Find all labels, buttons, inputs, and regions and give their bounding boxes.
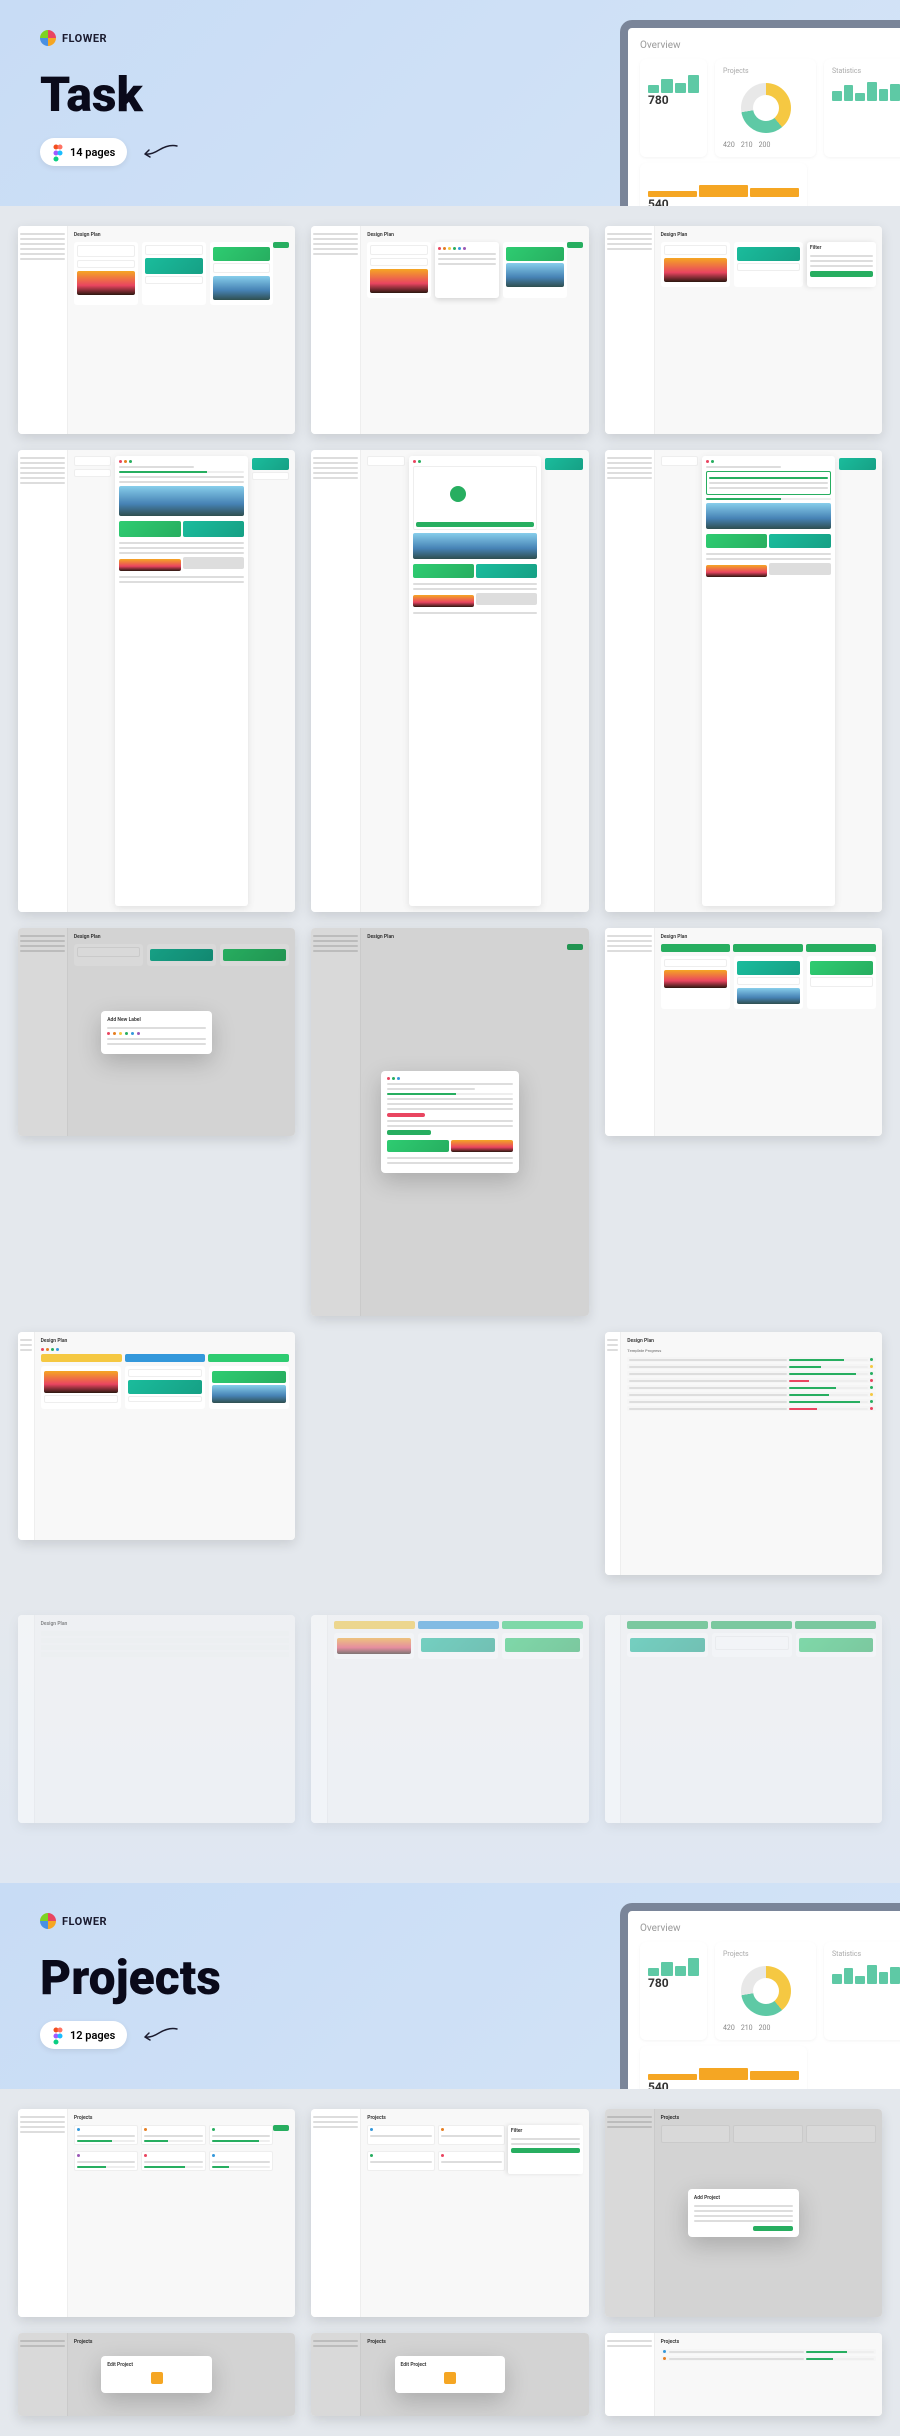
mini-stat-card-2: 540 xyxy=(640,2046,807,2089)
thumb-add-label-modal[interactable]: Design Plan Add New Label xyxy=(18,928,295,1136)
thumb-kanban-filter[interactable]: Design Plan Filter xyxy=(605,226,882,434)
thumb-kanban-menu[interactable]: Design Plan xyxy=(311,226,588,434)
figma-icon xyxy=(52,2027,64,2043)
thumb-task-detail-calendar[interactable] xyxy=(311,450,588,912)
task-gallery-faded: Design Plan xyxy=(0,1595,900,1883)
flower-logo-icon xyxy=(40,1913,56,1929)
flower-logo-icon xyxy=(40,30,56,46)
mini-projects-card: Projects 420 210 200 xyxy=(715,59,816,157)
mini-stat-card-2: 540 xyxy=(640,163,807,206)
brand-name: FLOWER xyxy=(62,1915,107,1928)
pages-count: 14 pages xyxy=(70,146,115,159)
thumb-faded-3[interactable] xyxy=(605,1615,882,1823)
donut-chart-icon xyxy=(741,1966,791,2016)
mini-statistics-card: Statistics xyxy=(824,59,900,157)
task-gallery: Design Plan Design Plan xyxy=(0,206,900,1595)
projects-gallery: Projects Projects xyxy=(0,2089,900,2436)
mini-projects-card: Projects 420210200 xyxy=(715,1942,816,2040)
projects-section-header: FLOWER Projects 12 pages Overview 780 Pr… xyxy=(0,1883,900,2089)
donut-chart-icon xyxy=(741,83,791,133)
thumb-kanban-board[interactable]: Design Plan xyxy=(18,226,295,434)
brand-name: FLOWER xyxy=(62,32,107,45)
add-label-dialog: Add New Label xyxy=(101,1011,212,1054)
thumb-kanban-colored-cols[interactable]: Design Plan xyxy=(18,1332,295,1540)
thumb-projects-list[interactable]: Projects xyxy=(605,2333,882,2416)
thumb-kanban-pills[interactable]: Design Plan xyxy=(605,928,882,1136)
add-button xyxy=(273,242,289,248)
thumb-projects-filter[interactable]: Projects Filter xyxy=(311,2109,588,2317)
figma-pages-badge[interactable]: 14 pages xyxy=(40,138,127,166)
task-section-header: FLOWER Task 14 pages Overview 780 Projec… xyxy=(0,0,900,206)
tablet-preview: Overview 780 Projects 420 210 200 Statis… xyxy=(620,20,900,206)
mini-stat-card: 780 xyxy=(640,1942,707,2040)
arrow-icon xyxy=(139,2025,179,2045)
thumb-faded-2[interactable] xyxy=(311,1615,588,1823)
add-project-dialog: Add Project xyxy=(688,2189,799,2237)
thumb-task-detail[interactable] xyxy=(18,450,295,912)
tablet-preview: Overview 780 Projects 420210200 Statisti… xyxy=(620,1903,900,2089)
figma-pages-badge[interactable]: 12 pages xyxy=(40,2021,127,2049)
thumb-list-view[interactable]: Design Plan Template Progress xyxy=(605,1332,882,1575)
pages-count: 12 pages xyxy=(70,2029,115,2042)
overview-label: Overview xyxy=(640,40,900,51)
mini-stat-card: 780 xyxy=(640,59,707,157)
figma-icon xyxy=(52,144,64,160)
thumb-edit-project-2[interactable]: Projects Edit Project xyxy=(311,2333,588,2416)
arrow-icon xyxy=(139,142,179,162)
thumb-faded-1[interactable]: Design Plan xyxy=(18,1615,295,1823)
thumb-task-detail-dropdown[interactable] xyxy=(605,450,882,912)
thumb-projects-grid[interactable]: Projects xyxy=(18,2109,295,2317)
thumb-task-detail-modal[interactable]: Design Plan xyxy=(311,928,588,1316)
thumb-edit-project-1[interactable]: Projects Edit Project xyxy=(18,2333,295,2416)
mini-statistics-card: Statistics xyxy=(824,1942,900,2040)
thumb-add-project-modal[interactable]: Projects Add Project xyxy=(605,2109,882,2317)
